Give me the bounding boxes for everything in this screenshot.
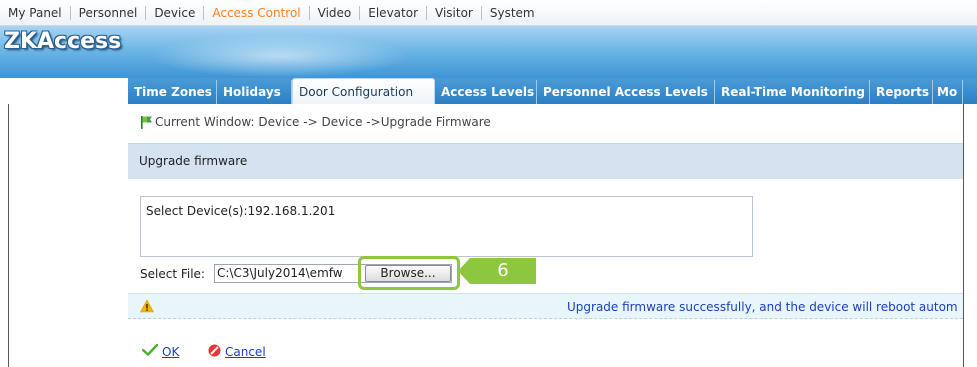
panel-header: Upgrade firmware [128, 143, 963, 179]
menu-item-visitor[interactable]: Visitor [427, 6, 482, 20]
menu-item-access-control[interactable]: Access Control [204, 6, 310, 20]
right-guide-line [963, 104, 964, 367]
tab-door-configuration[interactable]: Door Configuration [292, 78, 435, 104]
menu-item-system[interactable]: System [482, 6, 543, 20]
device-select-box[interactable]: Select Device(s):192.168.1.201 [140, 196, 753, 257]
panel-title: Upgrade firmware [139, 154, 248, 168]
tab-more[interactable]: Mo [933, 80, 963, 104]
step-number-badge: 6 [458, 258, 536, 284]
selected-device-text: Select Device(s):192.168.1.201 [146, 204, 336, 218]
ok-button[interactable]: OK [141, 343, 180, 359]
tab-access-levels[interactable]: Access Levels [435, 80, 537, 104]
tab-bar: Time Zones Holidays Door Configuration A… [0, 78, 977, 104]
cancel-icon [208, 344, 221, 360]
menu-item-video[interactable]: Video [310, 6, 361, 20]
tab-reports[interactable]: Reports [870, 80, 933, 104]
menu-item-my-panel[interactable]: My Panel [0, 6, 71, 20]
top-menu-bar: My Panel Personnel Device Access Control… [0, 0, 977, 26]
status-bar: Upgrade firmware successfully, and the d… [128, 293, 963, 319]
tab-real-time-monitoring[interactable]: Real-Time Monitoring [715, 80, 870, 104]
ok-label: OK [162, 344, 180, 359]
warning-icon [140, 299, 154, 313]
cancel-label: Cancel [225, 345, 266, 359]
select-file-label: Select File: [140, 267, 205, 281]
tab-bar-spacer [0, 78, 128, 104]
checkmark-icon [141, 343, 159, 359]
banner-glow [150, 34, 410, 78]
menu-item-personnel[interactable]: Personnel [71, 6, 147, 20]
top-menu: My Panel Personnel Device Access Control… [0, 0, 543, 26]
cancel-button[interactable]: Cancel [208, 344, 266, 360]
breadcrumb-text: Current Window: Device -> Device ->Upgra… [155, 115, 491, 129]
brand-logo: ZKAccess [4, 29, 122, 54]
menu-item-elevator[interactable]: Elevator [360, 6, 427, 20]
select-file-row: Select File: C:\C3\July2014\emfw Browse.… [140, 262, 452, 286]
tab-holidays[interactable]: Holidays [217, 80, 292, 104]
tab-time-zones[interactable]: Time Zones [128, 80, 217, 104]
tab-personnel-access-levels[interactable]: Personnel Access Levels [537, 80, 715, 104]
flag-icon [141, 116, 152, 129]
header-banner: ZKAccess [0, 26, 977, 78]
step-highlight-ring [358, 256, 460, 290]
status-message: Upgrade firmware successfully, and the d… [567, 300, 958, 314]
left-guide-line [8, 104, 9, 367]
breadcrumb: Current Window: Device -> Device ->Upgra… [140, 113, 491, 131]
menu-item-device[interactable]: Device [146, 6, 205, 20]
